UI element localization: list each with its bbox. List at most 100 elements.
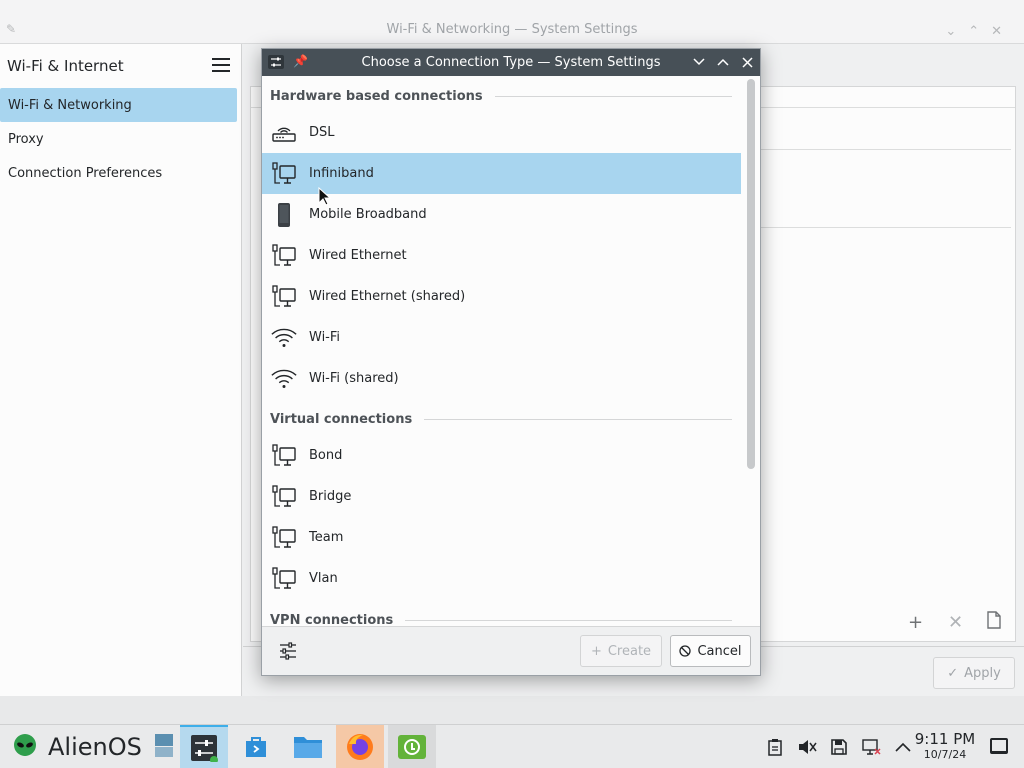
export-icon[interactable] — [986, 611, 1002, 634]
clock-time: 9:11 PM — [914, 730, 976, 748]
section-header-hardware: Hardware based connections — [270, 84, 732, 108]
network-disconnected-icon[interactable] — [861, 737, 881, 757]
list-item-wired-ethernet-shared[interactable]: Wired Ethernet (shared) — [262, 276, 741, 317]
divider — [761, 149, 1011, 150]
sidebar-item-label: Connection Preferences — [8, 165, 163, 181]
list-item-wifi[interactable]: Wi-Fi — [262, 317, 741, 358]
system-settings-icon — [191, 735, 218, 762]
divider — [405, 619, 732, 621]
sidebar-item-label: Proxy — [8, 131, 44, 147]
sidebar-item-proxy[interactable]: Proxy — [0, 122, 237, 156]
mobile-phone-icon — [270, 201, 298, 229]
list-item-label: Wired Ethernet (shared) — [309, 289, 466, 304]
volume-muted-icon[interactable] — [797, 737, 817, 757]
software-store-icon — [246, 737, 266, 757]
sidebar-item-label: Wi-Fi & Networking — [8, 97, 132, 113]
list-scrollbar[interactable] — [747, 79, 755, 629]
close-button[interactable] — [738, 53, 756, 71]
list-item-label: Mobile Broadband — [309, 207, 427, 222]
terminal-task[interactable] — [388, 725, 436, 768]
dialog-footer: + Create Cancel — [262, 626, 760, 675]
background-window-controls[interactable]: ⌄⌃✕ — [945, 24, 1014, 39]
list-item-bridge[interactable]: Bridge — [262, 476, 741, 517]
clock[interactable]: 9:11 PM 10/7/24 — [912, 731, 978, 762]
section-header-vpn: VPN connections — [270, 608, 732, 626]
list-item-vlan[interactable]: Vlan — [262, 558, 741, 599]
wired-network-icon — [270, 442, 298, 470]
section-header-label: Virtual connections — [270, 411, 413, 427]
checkmark-icon: ✓ — [947, 665, 959, 681]
section-header-label: VPN connections — [270, 612, 394, 627]
sidebar-title: Wi-Fi & Internet — [7, 57, 124, 75]
list-item-mobile-broadband[interactable]: Mobile Broadband — [262, 194, 741, 235]
divider — [494, 95, 732, 97]
folder-icon — [294, 737, 322, 758]
gpu-app-icon — [398, 735, 426, 759]
list-item-label: Bridge — [309, 489, 352, 504]
dsl-modem-icon — [270, 119, 298, 147]
list-item-label: Infiniband — [309, 166, 374, 181]
clock-date: 10/7/24 — [923, 748, 967, 761]
create-button[interactable]: + Create — [580, 635, 662, 667]
clipboard-icon[interactable] — [765, 737, 785, 757]
background-window-title: Wi-Fi & Networking — System Settings — [386, 22, 638, 37]
divider — [761, 227, 1011, 228]
chevron-up-icon[interactable] — [893, 737, 913, 757]
taskbar: AlienOS 9:11 PM 10/7/24 — [0, 724, 1024, 768]
hamburger-menu-icon[interactable] — [212, 58, 230, 72]
cancel-button[interactable]: Cancel — [670, 635, 751, 667]
wired-network-icon — [270, 283, 298, 311]
list-item-dsl[interactable]: DSL — [262, 112, 741, 153]
list-item-label: Bond — [309, 448, 343, 463]
wifi-icon — [270, 324, 298, 352]
firefox-task[interactable] — [336, 725, 384, 768]
remove-icon[interactable]: ✕ — [948, 612, 963, 633]
os-name-label[interactable]: AlienOS — [48, 733, 142, 761]
background-titlebar: ✎ Wi-Fi & Networking — System Settings ⌄… — [0, 0, 1024, 44]
storage-icon[interactable] — [829, 737, 849, 757]
list-item-team[interactable]: Team — [262, 517, 741, 558]
list-item-label: DSL — [309, 125, 335, 140]
discover-task[interactable] — [232, 725, 280, 768]
cancel-icon — [679, 645, 692, 657]
system-tray — [765, 737, 913, 757]
section-header-virtual: Virtual connections — [270, 407, 732, 431]
list-item-label: Vlan — [309, 571, 338, 586]
list-item-wifi-shared[interactable]: Wi-Fi (shared) — [262, 358, 741, 399]
list-item-infiniband[interactable]: Infiniband — [262, 153, 741, 194]
wifi-icon — [270, 365, 298, 393]
connection-type-dialog: 📌 Choose a Connection Type — System Sett… — [261, 48, 761, 676]
task-manager-button[interactable] — [150, 725, 178, 768]
sidebar-item-wifi-networking[interactable]: Wi-Fi & Networking — [0, 88, 237, 122]
maximize-button[interactable] — [714, 53, 732, 71]
cancel-label: Cancel — [697, 643, 742, 659]
sidebar-header: Wi-Fi & Internet — [0, 44, 241, 88]
list-item-label: Wi-Fi (shared) — [309, 371, 399, 386]
wired-network-icon — [270, 483, 298, 511]
minimize-button[interactable] — [690, 53, 708, 71]
alien-logo-icon[interactable] — [12, 733, 38, 761]
plus-icon: + — [590, 643, 602, 659]
connection-type-list: Hardware based connections DSL Infiniban… — [262, 76, 742, 626]
list-item-bond[interactable]: Bond — [262, 435, 741, 476]
scrollbar-thumb[interactable] — [747, 79, 755, 469]
configure-icon[interactable] — [279, 642, 297, 660]
create-label: Create — [607, 643, 652, 659]
list-item-label: Wired Ethernet — [309, 248, 407, 263]
dialog-titlebar: 📌 Choose a Connection Type — System Sett… — [262, 49, 760, 76]
wired-network-icon — [270, 524, 298, 552]
wired-network-icon — [270, 242, 298, 270]
add-icon[interactable]: + — [908, 612, 923, 633]
divider — [424, 418, 732, 420]
apply-button[interactable]: ✓ Apply — [933, 657, 1015, 689]
mouse-cursor-icon — [318, 187, 332, 206]
system-settings-task[interactable] — [180, 725, 228, 768]
file-manager-task[interactable] — [284, 725, 332, 768]
show-desktop-icon[interactable] — [990, 738, 1008, 754]
firefox-icon — [347, 734, 373, 760]
sidebar-item-connection-preferences[interactable]: Connection Preferences — [0, 156, 237, 190]
apply-label: Apply — [964, 665, 1001, 681]
list-item-wired-ethernet[interactable]: Wired Ethernet — [262, 235, 741, 276]
dialog-title: Choose a Connection Type — System Settin… — [361, 55, 661, 70]
desktop-pager-icon — [155, 734, 173, 757]
